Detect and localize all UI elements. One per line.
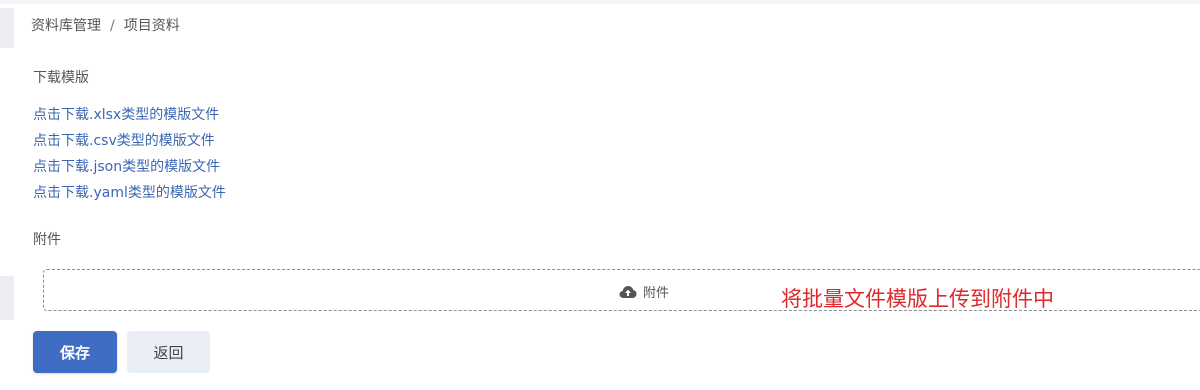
breadcrumb-separator: / — [110, 18, 115, 34]
download-json-link[interactable]: 点击下载.json类型的模版文件 — [33, 154, 226, 180]
template-section-label: 下载模版 — [33, 70, 89, 86]
breadcrumb-root[interactable]: 资料库管理 — [31, 16, 101, 36]
template-download-links: 点击下载.xlsx类型的模版文件 点击下载.csv类型的模版文件 点击下载.js… — [33, 102, 226, 206]
sidebar-edge — [0, 8, 14, 48]
breadcrumb: 资料库管理 / 项目资料 — [31, 16, 180, 36]
top-bar — [0, 0, 1200, 4]
download-xlsx-link[interactable]: 点击下载.xlsx类型的模版文件 — [33, 102, 226, 128]
upload-label: 附件 — [643, 286, 670, 301]
cloud-upload-icon — [619, 285, 637, 298]
download-yaml-link[interactable]: 点击下载.yaml类型的模版文件 — [33, 180, 226, 206]
save-button[interactable]: 保存 — [33, 331, 117, 373]
breadcrumb-current: 项目资料 — [123, 18, 180, 34]
upload-content: 附件 — [619, 282, 669, 301]
attachment-section-label: 附件 — [33, 232, 61, 248]
download-csv-link[interactable]: 点击下载.csv类型的模版文件 — [33, 128, 226, 154]
back-button[interactable]: 返回 — [127, 331, 210, 373]
sidebar-edge — [0, 276, 14, 320]
annotation-text: 将批量文件模版上传到附件中 — [781, 287, 1054, 311]
